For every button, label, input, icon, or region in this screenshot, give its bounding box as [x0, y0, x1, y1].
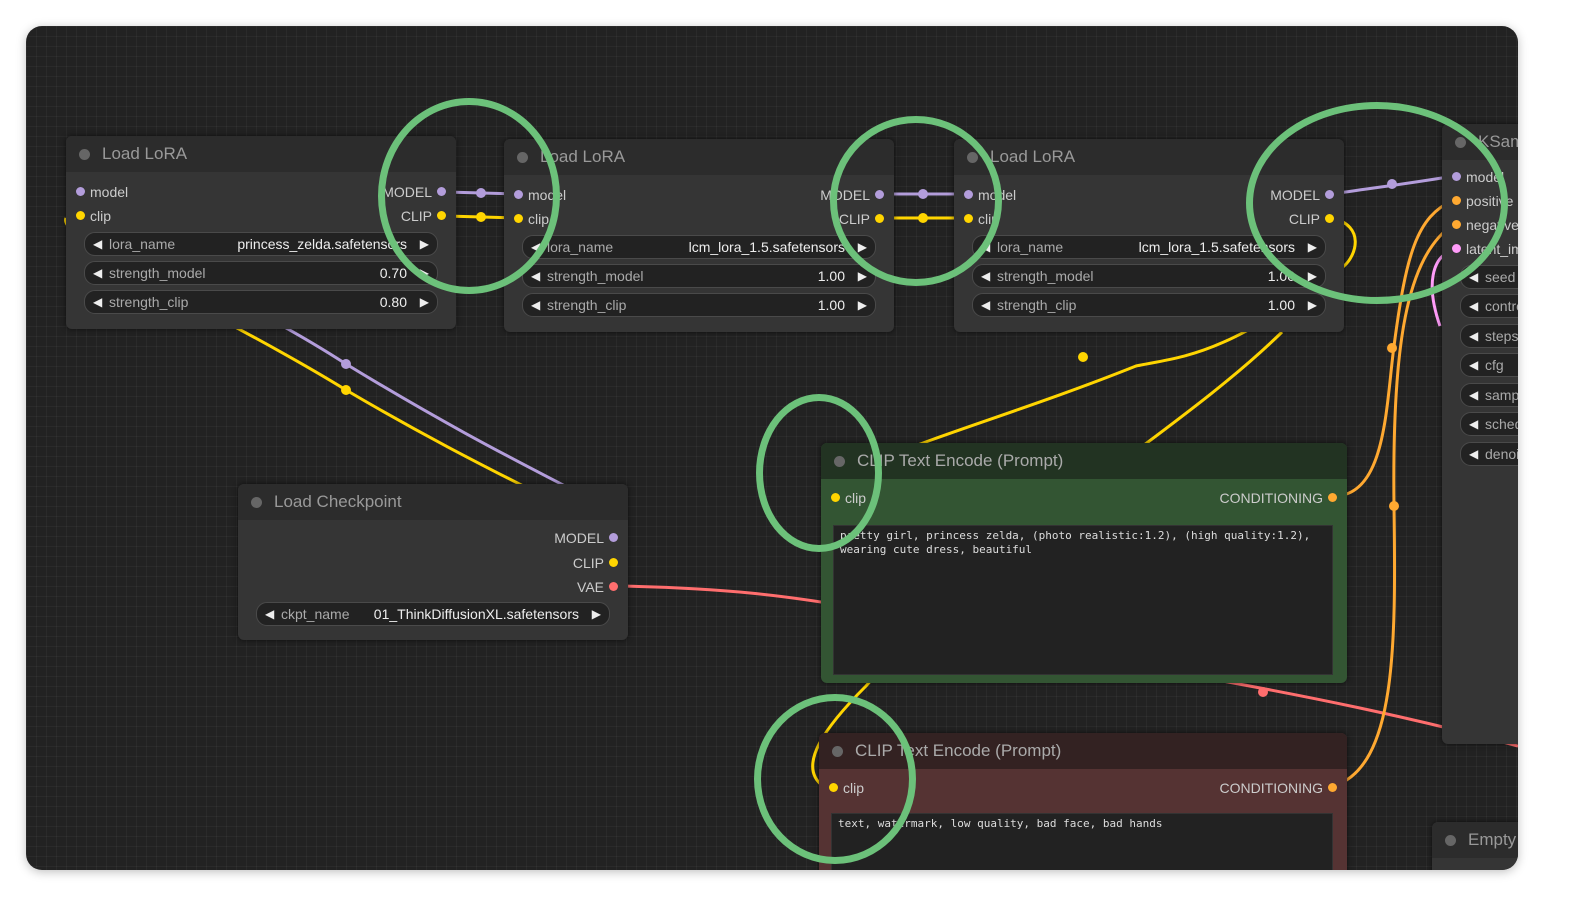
node-graph-canvas[interactable]: Load LoRA model clip MODEL CLIP ◀ lora_n… [26, 26, 1518, 870]
highlight-circle [830, 116, 1002, 286]
output-clip[interactable]: CLIP [573, 554, 618, 572]
widget-scheduler[interactable]: ◀scheduler [1460, 412, 1518, 436]
highlight-circle [1246, 102, 1508, 304]
widget-strength-clip[interactable]: ◀ strength_clip 1.00 ▶ [522, 293, 876, 317]
widget-strength-clip[interactable]: ◀ strength_clip 0.80 ▶ [84, 290, 438, 314]
node-header[interactable]: Load Checkpoint [238, 484, 628, 520]
node-title: Empty Latent Image [1468, 830, 1518, 849]
widget-lora-name[interactable]: ◀ lora_name lcm_lora_1.5.safetensors ▶ [522, 235, 876, 259]
arrow-right-icon[interactable]: ▶ [1308, 294, 1317, 316]
widget-sampler-name[interactable]: ◀sampler_name [1460, 383, 1518, 407]
widget-cfg[interactable]: ◀ cfg [1460, 353, 1518, 377]
widget-steps[interactable]: ◀ steps [1460, 324, 1518, 348]
arrow-left-icon[interactable]: ◀ [93, 291, 102, 313]
widget-strength-model[interactable]: ◀ strength_model 0.70 ▶ [84, 261, 438, 285]
node-title: CLIP Text Encode (Prompt) [857, 451, 1064, 470]
widget-control-after-generate[interactable]: ◀control_after_generate [1460, 294, 1518, 318]
wire-vae-checkpoint [617, 584, 847, 608]
highlight-circle [754, 694, 916, 864]
output-model[interactable]: MODEL [554, 529, 618, 547]
load-checkpoint-node[interactable]: Load Checkpoint MODEL CLIP VAE ◀ ckpt_na… [238, 484, 628, 640]
output-conditioning[interactable]: CONDITIONING [1220, 489, 1337, 507]
collapse-dot-icon[interactable] [79, 149, 90, 160]
output-vae[interactable]: VAE [577, 578, 618, 596]
input-model[interactable]: model [76, 183, 128, 201]
clip-text-encode-positive-node[interactable]: CLIP Text Encode (Prompt) clip CONDITION… [821, 443, 1347, 683]
highlight-circle [378, 98, 560, 294]
arrow-right-icon[interactable]: ▶ [592, 603, 601, 625]
widget-strength-clip[interactable]: ◀ strength_clip 1.00 ▶ [972, 293, 1326, 317]
output-conditioning[interactable]: CONDITIONING [1220, 779, 1337, 797]
widget-denoise[interactable]: ◀denoise [1460, 442, 1518, 466]
arrow-left-icon[interactable]: ◀ [265, 603, 274, 625]
arrow-left-icon[interactable]: ◀ [93, 262, 102, 284]
collapse-dot-icon[interactable] [251, 497, 262, 508]
arrow-left-icon[interactable]: ◀ [531, 294, 540, 316]
input-clip[interactable]: clip [76, 207, 111, 225]
prompt-textarea[interactable]: pretty girl, princess zelda, (photo real… [833, 525, 1333, 675]
node-title: Load LoRA [102, 144, 188, 163]
highlight-circle [756, 394, 882, 552]
node-header[interactable]: CLIP Text Encode (Prompt) [821, 443, 1347, 479]
node-title: Load Checkpoint [274, 492, 402, 511]
arrow-left-icon[interactable]: ◀ [93, 233, 102, 255]
arrow-right-icon[interactable]: ▶ [420, 291, 429, 313]
arrow-right-icon[interactable]: ▶ [858, 294, 867, 316]
node-header[interactable]: Empty Latent Image [1432, 822, 1518, 858]
node-title: Load LoRA [990, 147, 1076, 166]
arrow-left-icon[interactable]: ◀ [531, 265, 540, 287]
widget-strength-model[interactable]: ◀ strength_model 1.00 ▶ [522, 264, 876, 288]
prompt-textarea[interactable]: text, watermark, low quality, bad face, … [831, 813, 1333, 870]
collapse-dot-icon[interactable] [1445, 835, 1456, 846]
widget-ckpt-name[interactable]: ◀ ckpt_name 01_ThinkDiffusionXL.safetens… [256, 602, 610, 626]
arrow-left-icon[interactable]: ◀ [981, 294, 990, 316]
empty-latent-image-node[interactable]: Empty Latent Image [1432, 822, 1518, 870]
widget-strength-model[interactable]: ◀ strength_model 1.00 ▶ [972, 264, 1326, 288]
arrow-left-icon[interactable]: ◀ [981, 265, 990, 287]
